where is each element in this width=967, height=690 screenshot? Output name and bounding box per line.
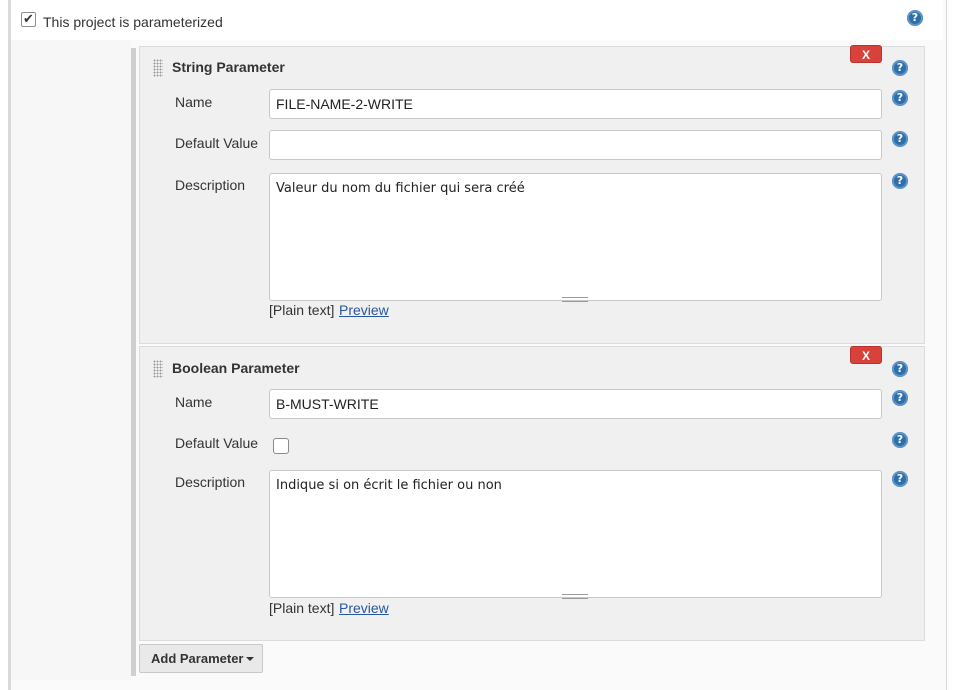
add-parameter-button[interactable]: Add Parameter [139,644,263,673]
drag-handle[interactable] [153,360,163,378]
resize-grip[interactable] [562,594,588,599]
drag-handle[interactable] [153,59,163,77]
help-icon[interactable]: ? [892,131,908,147]
remove-string-parameter-button[interactable]: X [850,45,882,63]
help-icon[interactable]: ? [892,90,908,106]
chevron-down-icon [246,657,254,661]
help-icon[interactable]: ? [892,471,908,487]
string-name-input[interactable] [269,89,882,119]
preview-link[interactable]: Preview [339,600,389,616]
string-default-input[interactable] [269,130,882,160]
help-icon[interactable]: ? [892,390,908,406]
string-description-textarea[interactable]: Valeur du nom du fichier qui sera créé [269,173,882,301]
boolean-parameter-title: Boolean Parameter [172,360,300,376]
default-value-label: Default Value [175,435,259,451]
preview-link[interactable]: Preview [339,302,389,318]
boolean-default-checkbox[interactable] [273,438,289,454]
boolean-description-textarea[interactable]: Indique si on écrit le fichier ou non [269,470,882,598]
help-icon[interactable]: ? [892,361,908,377]
parameterized-label: This project is parameterized [43,14,223,30]
help-icon[interactable]: ? [892,432,908,448]
name-label: Name [175,94,213,110]
help-icon[interactable]: ? [907,10,923,26]
remove-boolean-parameter-button[interactable]: X [850,346,882,364]
description-label: Description [175,177,246,193]
string-parameter-title: String Parameter [172,59,285,75]
plain-text-label: [Plain text] [269,302,335,318]
boolean-name-input[interactable] [269,389,882,419]
resize-grip[interactable] [562,297,588,302]
parameterized-checkbox[interactable]: ✔ [21,12,36,27]
help-icon[interactable]: ? [892,173,908,189]
plain-text-label: [Plain text] [269,600,335,616]
name-label: Name [175,394,213,410]
add-parameter-label: Add Parameter [151,651,244,666]
default-value-label: Default Value [175,135,259,151]
section-bar [131,48,136,676]
indent-gutter [11,40,131,680]
help-icon[interactable]: ? [892,60,908,76]
description-label: Description [175,474,246,490]
